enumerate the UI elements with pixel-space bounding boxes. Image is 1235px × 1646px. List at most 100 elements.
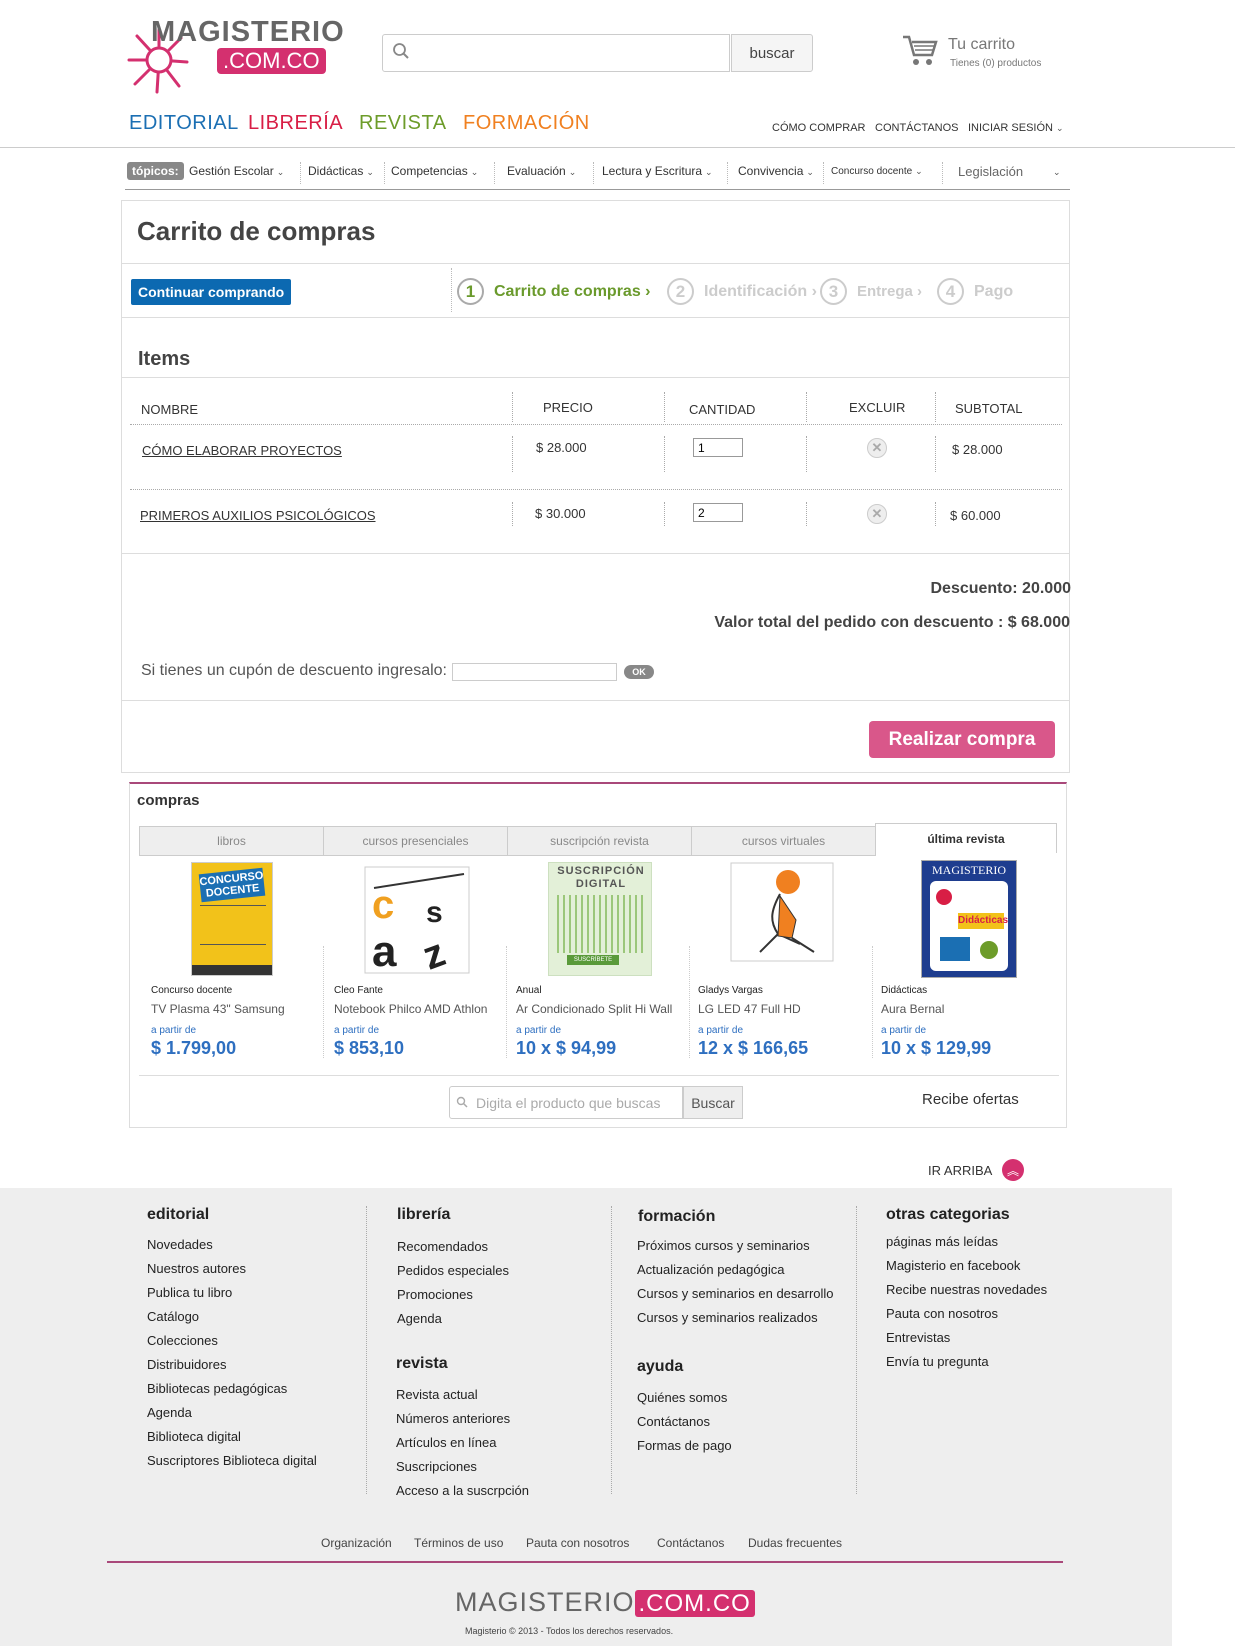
topic-evaluacion[interactable]: Evaluación ⌄ <box>507 164 576 178</box>
product-name[interactable]: LG LED 47 Full HD <box>698 1002 801 1016</box>
footer-link[interactable]: Novedades <box>147 1237 317 1261</box>
footer-link[interactable]: Suscriptores Biblioteca digital <box>147 1453 317 1477</box>
footer-link[interactable]: Promociones <box>397 1287 509 1311</box>
coupon-input[interactable] <box>452 663 617 681</box>
product-card[interactable]: MAGISTERIO Didácticas Didácticas Aura Be… <box>871 860 1053 1060</box>
footer-link[interactable]: Biblioteca digital <box>147 1429 317 1453</box>
product-link[interactable]: CÓMO ELABORAR PROYECTOS <box>142 443 342 458</box>
offers-link[interactable]: Recibe ofertas <box>922 1091 1019 1108</box>
footer-link[interactable]: Entrevistas <box>886 1330 1047 1354</box>
divider <box>122 263 1069 264</box>
topic-gestion-escolar[interactable]: Gestión Escolar ⌄ <box>189 164 284 178</box>
footer-link[interactable]: Cursos y seminarios en desarrollo <box>637 1286 834 1310</box>
divider <box>664 502 665 526</box>
product-card[interactable]: c a s z Cleo Fante Notebook Philco AMD A… <box>324 860 506 1060</box>
product-category: Gladys Vargas <box>698 985 763 996</box>
topic-legislacion[interactable]: Legislación <box>958 164 1023 179</box>
nav-como-comprar[interactable]: CÓMO COMPRAR <box>772 122 866 134</box>
footer-link[interactable]: Artículos en línea <box>396 1435 529 1459</box>
footer-link[interactable]: Quiénes somos <box>637 1390 732 1414</box>
footer-logo[interactable]: MAGISTERIO .COM.CO <box>455 1587 755 1618</box>
footer-link[interactable]: Nuestros autores <box>147 1261 317 1285</box>
coupon-ok-button[interactable]: OK <box>624 665 654 679</box>
tab-cursos-presenciales[interactable]: cursos presenciales <box>323 826 508 856</box>
divider <box>664 392 665 422</box>
nav-contactanos[interactable]: CONTÁCTANOS <box>875 122 959 134</box>
footer-bottom-link[interactable]: Términos de uso <box>414 1536 503 1550</box>
footer-link[interactable]: Agenda <box>147 1405 317 1429</box>
chevron-up-icon[interactable]: ︽ <box>1002 1159 1024 1181</box>
quantity-input[interactable] <box>693 438 743 457</box>
back-to-top-label[interactable]: IR ARRIBA <box>928 1163 992 1178</box>
site-logo[interactable]: MAGISTERIO .COM.CO <box>125 16 344 96</box>
cart-count: Tienes (0) productos <box>950 58 1042 69</box>
chevron-down-icon: ⌄ <box>915 166 923 176</box>
tab-libros[interactable]: libros <box>139 826 324 856</box>
nav-iniciar-sesion[interactable]: INICIAR SESIÓN ⌄ <box>968 122 1064 134</box>
product-card[interactable]: Gladys Vargas LG LED 47 Full HD a partir… <box>688 860 870 1060</box>
topic-didacticas[interactable]: Didácticas ⌄ <box>308 164 374 178</box>
footer-link[interactable]: Envía tu pregunta <box>886 1354 1047 1378</box>
footer-link[interactable]: Pedidos especiales <box>397 1263 509 1287</box>
product-card[interactable]: SUSCRIPCIÓN DIGITAL SUSCRÍBETE Anual Ar … <box>506 860 688 1060</box>
tab-suscripcion-revista[interactable]: suscripción revista <box>507 826 692 856</box>
footer-link[interactable]: Contáctanos <box>637 1414 732 1438</box>
footer-link[interactable]: Suscripciones <box>396 1459 529 1483</box>
footer-link[interactable]: Catálogo <box>147 1309 317 1333</box>
footer-link[interactable]: Pauta con nosotros <box>886 1306 1047 1330</box>
search-input[interactable] <box>382 34 730 72</box>
search-button[interactable]: buscar <box>731 34 813 72</box>
nav-revista[interactable]: REVISTA <box>359 112 447 135</box>
footer-link[interactable]: Distribuidores <box>147 1357 317 1381</box>
topic-concurso-docente[interactable]: Concurso docente ⌄ <box>831 166 923 177</box>
product-name[interactable]: Ar Condicionado Split Hi Wall <box>516 1002 672 1016</box>
tab-ultima-revista[interactable]: última revista <box>875 823 1057 853</box>
topic-competencias[interactable]: Competencias ⌄ <box>391 164 478 178</box>
footer-link[interactable]: Magisterio en facebook <box>886 1258 1047 1282</box>
footer-link[interactable]: páginas más leídas <box>886 1234 1047 1258</box>
topic-convivencia[interactable]: Convivencia ⌄ <box>738 164 814 178</box>
quantity-input[interactable] <box>693 503 743 522</box>
footer-link[interactable]: Acceso a la suscrpción <box>396 1483 529 1507</box>
product-category: Anual <box>516 985 542 996</box>
footer-link[interactable]: Formas de pago <box>637 1438 732 1462</box>
nav-libreria[interactable]: LIBRERÍA <box>248 112 343 135</box>
product-search-input[interactable]: Digita el producto que buscas <box>449 1086 683 1119</box>
footer-link[interactable]: Agenda <box>397 1311 509 1335</box>
footer-bottom-link[interactable]: Contáctanos <box>657 1536 724 1550</box>
nav-editorial[interactable]: EDITORIAL <box>129 112 239 135</box>
footer-link[interactable]: Números anteriores <box>396 1411 529 1435</box>
product-search-button[interactable]: Buscar <box>683 1086 743 1119</box>
product-card[interactable]: CONCURSO DOCENTE Concurso docente TV Pla… <box>141 860 323 1060</box>
continue-shopping-button[interactable]: Continuar comprando <box>131 279 292 305</box>
footer-link[interactable]: Próximos cursos y seminarios <box>637 1238 834 1262</box>
tab-cursos-virtuales[interactable]: cursos virtuales <box>691 826 876 856</box>
footer-link[interactable]: Recomendados <box>397 1239 509 1263</box>
product-name[interactable]: Notebook Philco AMD Athlon <box>334 1002 487 1016</box>
footer-link[interactable]: Colecciones <box>147 1333 317 1357</box>
footer-link[interactable]: Bibliotecas pedagógicas <box>147 1381 317 1405</box>
cart-title[interactable]: Tu carrito <box>948 36 1015 54</box>
nav-formacion[interactable]: FORMACIÓN <box>463 112 590 135</box>
shopping-cart-icon[interactable] <box>902 34 938 68</box>
footer-bottom-link[interactable]: Dudas frecuentes <box>748 1536 842 1550</box>
footer-link[interactable]: Cursos y seminarios realizados <box>637 1310 834 1334</box>
footer-link[interactable]: Publica tu libro <box>147 1285 317 1309</box>
remove-item-icon[interactable]: ✕ <box>867 438 887 458</box>
product-link[interactable]: PRIMEROS AUXILIOS PSICOLÓGICOS <box>140 508 376 523</box>
footer-link[interactable]: Recibe nuestras novedades <box>886 1282 1047 1306</box>
topic-lectura-escritura[interactable]: Lectura y Escritura ⌄ <box>602 164 713 178</box>
footer-link[interactable]: Actualización pedagógica <box>637 1262 834 1286</box>
footer-link[interactable]: Revista actual <box>396 1387 529 1411</box>
col-subtotal: SUBTOTAL <box>955 401 1023 416</box>
footer-bottom-link[interactable]: Organización <box>321 1536 392 1550</box>
chevron-down-icon[interactable]: ⌄ <box>1050 164 1061 178</box>
checkout-button[interactable]: Realizar compra <box>869 721 1055 758</box>
footer-bottom-link[interactable]: Pauta con nosotros <box>526 1536 629 1550</box>
step-identificacion: 2 Identificación › <box>667 278 817 305</box>
product-name[interactable]: Aura Bernal <box>881 1002 944 1016</box>
product-name[interactable]: TV Plasma 43" Samsung <box>151 1002 285 1016</box>
footer-divider <box>107 1561 1063 1563</box>
remove-item-icon[interactable]: ✕ <box>867 504 887 524</box>
logo-domain: .COM.CO <box>217 48 326 74</box>
